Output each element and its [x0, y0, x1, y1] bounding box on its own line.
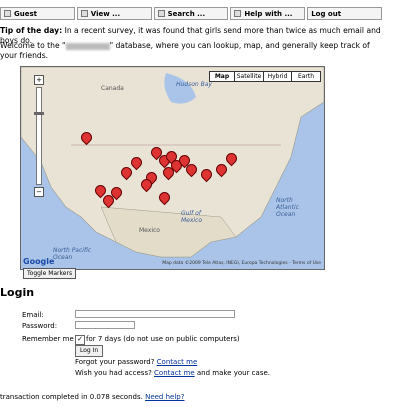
password-field[interactable] [75, 321, 135, 329]
login-heading: Login [0, 286, 35, 299]
label-north-pacific: North Pacific Ocean [53, 247, 92, 261]
nav-help[interactable]: Help with ... [230, 7, 306, 20]
label-hudson-bay: Hudson Bay [176, 81, 212, 88]
map-attribution: Map data ©2009 Tele Atlas, INEGI, Europa… [162, 261, 321, 266]
forgot-password-line: Forgot your password? Contact me [75, 358, 198, 366]
google-logo: Google [23, 257, 55, 266]
label-canada: Canada [101, 85, 124, 92]
contact-link-forgot[interactable]: Contact me [157, 358, 198, 366]
map-view[interactable]: Map Satellite Hybrid Earth + − Canada Hu… [20, 66, 325, 270]
view-icon [80, 10, 88, 17]
remember-label: Remember me [22, 335, 74, 343]
map-type-hybrid[interactable]: Hybrid [263, 71, 292, 82]
welcome-text: Welcome to the " " database, where you ca… [0, 41, 370, 60]
search-icon [157, 10, 165, 17]
nav-view[interactable]: View ... [76, 7, 152, 20]
toggle-markers-button[interactable]: Toggle Markers [23, 268, 77, 279]
remember-checkbox[interactable]: ✓ [75, 335, 85, 345]
nav-logout[interactable]: Log out [307, 7, 382, 20]
zoom-knob[interactable] [34, 112, 44, 115]
nav-search[interactable]: Search ... [153, 7, 229, 20]
top-navigation: Guest View ... Search ... Help with ... … [0, 7, 382, 20]
zoom-control: + − [33, 74, 45, 198]
password-label: Password: [22, 322, 58, 330]
zoom-in-button[interactable]: + [34, 75, 44, 85]
label-mexico: Mexico [139, 227, 160, 234]
contact-link-access[interactable]: Contact me [154, 369, 195, 377]
map-type-earth[interactable]: Earth [291, 71, 321, 82]
user-icon [4, 10, 11, 17]
help-icon [234, 10, 242, 17]
footer: transaction completed in 0.078 seconds. … [0, 393, 185, 401]
help-link[interactable]: Need help? [145, 393, 184, 401]
label-gulf-of-mexico: Gulf of Mexico [181, 210, 203, 224]
label-north-atlantic: North Atlantic Ocean [276, 197, 299, 218]
nav-guest[interactable]: Guest [0, 7, 75, 20]
email-field[interactable] [75, 310, 235, 318]
zoom-slider[interactable] [34, 87, 44, 185]
map-type-map[interactable]: Map [209, 71, 235, 82]
tip-title: Tip of the day: [0, 26, 63, 35]
login-button[interactable]: Log In [75, 345, 104, 357]
zoom-out-button[interactable]: − [34, 187, 44, 197]
map-type-satellite[interactable]: Satellite [234, 71, 264, 82]
email-label: Email: [22, 311, 44, 319]
request-access-line: Wish you had access? Contact me and make… [75, 369, 270, 377]
remember-note: for 7 days (do not use on public compute… [86, 335, 240, 343]
redacted-name [65, 42, 110, 50]
